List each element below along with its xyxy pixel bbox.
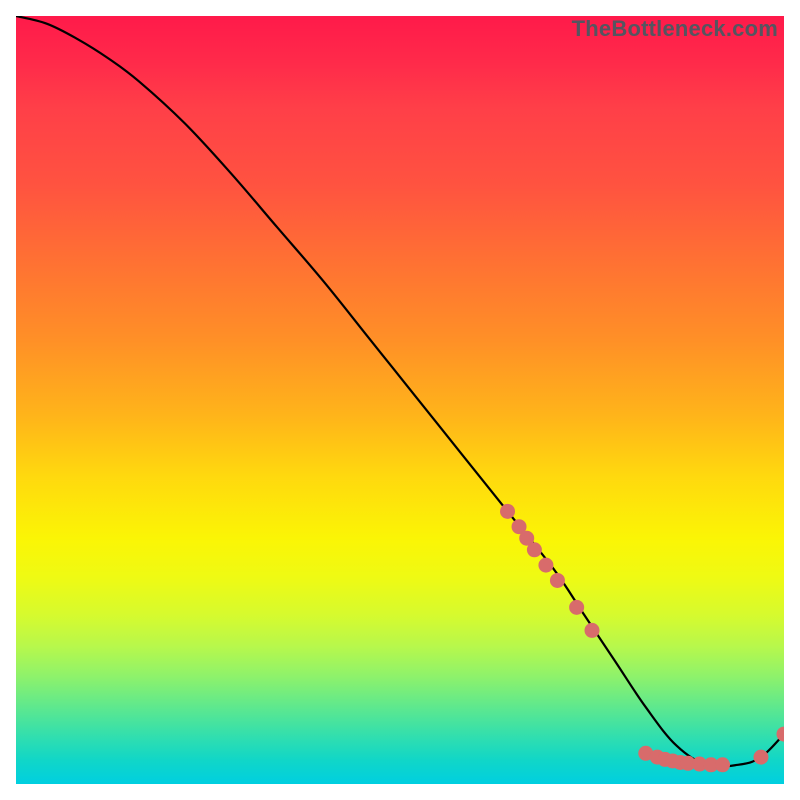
data-marker [550, 573, 565, 588]
data-marker [527, 542, 542, 557]
data-marker [692, 757, 707, 772]
chart-svg [16, 16, 784, 784]
data-marker [665, 753, 680, 768]
data-marker [519, 531, 534, 546]
data-marker [777, 727, 785, 742]
plot-area: TheBottleneck.com [16, 16, 784, 784]
chart-container: TheBottleneck.com [0, 0, 800, 800]
data-marker [650, 750, 665, 765]
data-marker [538, 558, 553, 573]
data-marker [673, 755, 688, 770]
curve-path-group [16, 16, 784, 767]
data-marker [512, 519, 527, 534]
data-marker [681, 756, 696, 771]
curve-path [16, 16, 784, 767]
data-marker [500, 504, 515, 519]
data-marker [715, 757, 730, 772]
data-marker [704, 757, 719, 772]
marker-layer [500, 504, 784, 772]
data-marker [585, 623, 600, 638]
watermark-text: TheBottleneck.com [16, 16, 784, 42]
data-marker [657, 752, 672, 767]
data-marker [638, 746, 653, 761]
data-marker [569, 600, 584, 615]
data-marker [753, 750, 768, 765]
